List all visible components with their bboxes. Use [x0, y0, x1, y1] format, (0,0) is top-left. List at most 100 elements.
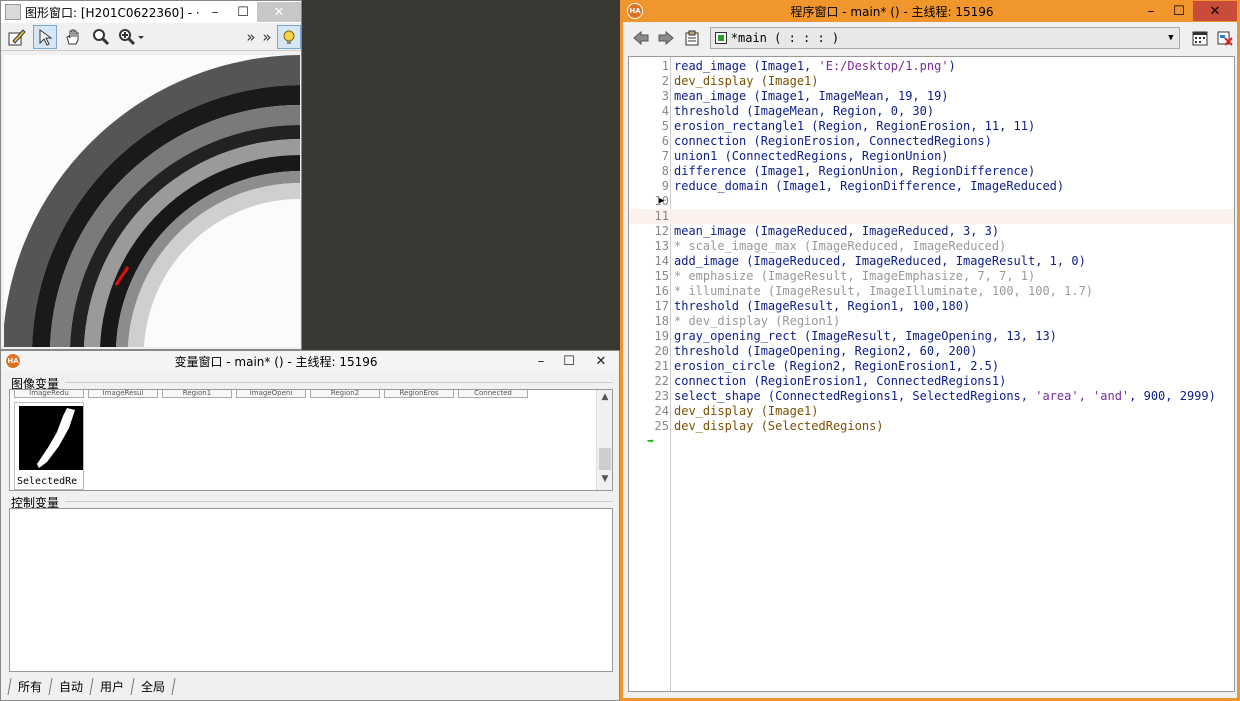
- code-line[interactable]: 8 difference (Image1, RegionUnion, Region…: [629, 164, 1234, 179]
- image-variable-tab[interactable]: ImageOpeni: [236, 390, 306, 398]
- variable-thumbnail[interactable]: SelectedRe: [14, 402, 84, 490]
- code-editor[interactable]: 1 read_image (Image1, 'E:/Desktop/1.png')…: [628, 56, 1235, 692]
- code-text: * dev_display (Region1): [674, 314, 840, 329]
- line-number: 1: [661, 59, 669, 73]
- image-panel-scrollbar[interactable]: ▲ ▼: [596, 390, 612, 490]
- pointer-icon[interactable]: [33, 24, 57, 49]
- code-line[interactable]: 13 * scale_image_max (ImageReduced, Image…: [629, 239, 1234, 254]
- image-variables-panel: ImageRedu ImageResul Region1 ImageOpeni …: [9, 389, 613, 491]
- line-number: 23: [654, 389, 669, 403]
- tab-auto[interactable]: 自动: [49, 678, 94, 695]
- code-operator: erosion_circle (Region2, RegionErosion1,…: [674, 359, 1000, 373]
- code-line[interactable]: 17 threshold (ImageResult, Region1, 100,1…: [629, 299, 1234, 314]
- lightbulb-icon[interactable]: [277, 24, 301, 49]
- program-window-titlebar[interactable]: HA 程序窗口 - main* () - 主线程: 15196 – ☐ ✕: [623, 0, 1237, 22]
- code-operator: select_shape (ConnectedRegions1, Selecte…: [674, 389, 1036, 403]
- image-variable-tab[interactable]: ImageRedu: [14, 390, 84, 398]
- line-number: 8: [661, 164, 669, 178]
- code-text: select_shape (ConnectedRegions1, Selecte…: [674, 389, 1216, 404]
- toolbar-overflow-button-2[interactable]: »: [261, 25, 273, 49]
- program-counter-row: ➡: [629, 434, 1234, 449]
- forward-arrow-icon[interactable]: [655, 26, 679, 50]
- close-button[interactable]: ✕: [257, 2, 301, 22]
- scroll-down-icon[interactable]: ▼: [597, 474, 613, 488]
- code-line[interactable]: 7 union1 (ConnectedRegions, RegionUnion): [629, 149, 1234, 164]
- image-variable-tab[interactable]: RegionEros: [384, 390, 454, 398]
- code-line[interactable]: 12 mean_image (ImageReduced, ImageReduced…: [629, 224, 1234, 239]
- chevron-down-icon[interactable]: ▼: [1163, 33, 1179, 43]
- edit-icon[interactable]: [5, 25, 29, 49]
- code-line[interactable]: 18 * dev_display (Region1): [629, 314, 1234, 329]
- minimize-button[interactable]: –: [201, 2, 229, 22]
- line-number: 18: [654, 314, 669, 328]
- code-line[interactable]: 19 gray_opening_rect (ImageResult, ImageO…: [629, 329, 1234, 344]
- image-variable-tab[interactable]: Region2: [310, 390, 380, 398]
- code-line[interactable]: 24 dev_display (Image1): [629, 404, 1234, 419]
- code-text: union1 (ConnectedRegions, RegionUnion): [674, 149, 949, 164]
- back-arrow-icon[interactable]: [629, 26, 653, 50]
- code-line[interactable]: 11: [629, 209, 1234, 224]
- code-line[interactable]: 22 connection (RegionErosion1, ConnectedR…: [629, 374, 1234, 389]
- code-text: dev_display (Image1): [674, 74, 819, 89]
- code-line[interactable]: 1 read_image (Image1, 'E:/Desktop/1.png'): [629, 59, 1234, 74]
- calendar-icon[interactable]: [1188, 26, 1212, 50]
- image-display-canvas[interactable]: [4, 55, 300, 347]
- bearing-image: [4, 55, 300, 347]
- code-line[interactable]: 16 * illuminate (ImageResult, ImageIllumi…: [629, 284, 1234, 299]
- code-rest: ): [948, 59, 956, 73]
- code-line[interactable]: 9 reduce_domain (Image1, RegionDifference…: [629, 179, 1234, 194]
- thumbnail-image: [19, 406, 83, 470]
- code-line[interactable]: 5 erosion_rectangle1 (Region, RegionErosi…: [629, 119, 1234, 134]
- tab-user[interactable]: 用户: [90, 678, 135, 695]
- tab-all[interactable]: 所有: [7, 678, 53, 695]
- hand-icon[interactable]: [61, 25, 85, 49]
- code-line[interactable]: 21 erosion_circle (Region2, RegionErosion…: [629, 359, 1234, 374]
- maximize-button[interactable]: ☐: [555, 351, 583, 371]
- code-line[interactable]: 10 ▶: [629, 194, 1234, 209]
- code-text: mean_image (Image1, ImageMean, 19, 19): [674, 89, 949, 104]
- scrollbar-thumb[interactable]: [599, 448, 611, 470]
- magnifier-icon[interactable]: [89, 25, 113, 49]
- procedure-select[interactable]: *main ( : : : ) ▼: [709, 27, 1180, 49]
- line-number: 20: [654, 344, 669, 358]
- code-line[interactable]: 4 threshold (ImageMean, Region, 0, 30): [629, 104, 1234, 119]
- code-line[interactable]: 2 dev_display (Image1): [629, 74, 1234, 89]
- clear-breakpoints-icon[interactable]: [1213, 26, 1237, 50]
- toolbar-overflow-button[interactable]: »: [245, 25, 257, 49]
- maximize-button[interactable]: ☐: [1165, 1, 1193, 21]
- clipboard-icon[interactable]: [680, 26, 704, 50]
- image-variable-tab[interactable]: ImageResul: [88, 390, 158, 398]
- scroll-up-icon[interactable]: ▲: [597, 392, 613, 406]
- code-line[interactable]: 25 dev_display (SelectedRegions): [629, 419, 1234, 434]
- code-line[interactable]: 3 mean_image (Image1, ImageMean, 19, 19): [629, 89, 1234, 104]
- code-operator: threshold (ImageResult, Region1, 100,180…: [674, 299, 971, 313]
- code-text: add_image (ImageReduced, ImageReduced, I…: [674, 254, 1086, 269]
- image-variable-tab[interactable]: Connected: [458, 390, 528, 398]
- minimize-button[interactable]: –: [1137, 1, 1165, 21]
- tab-global[interactable]: 全局: [131, 678, 176, 695]
- divider: [65, 501, 613, 502]
- code-operator: * dev_display (Region1): [674, 314, 841, 328]
- line-number: 2: [661, 74, 669, 88]
- code-operator: threshold (ImageMean, Region, 0, 30): [674, 104, 935, 118]
- code-line[interactable]: 14 add_image (ImageReduced, ImageReduced,…: [629, 254, 1234, 269]
- code-line[interactable]: 23 select_shape (ConnectedRegions1, Selec…: [629, 389, 1234, 404]
- graphics-window-icon: [5, 4, 21, 20]
- code-line[interactable]: 20 threshold (ImageOpening, Region2, 60, …: [629, 344, 1234, 359]
- close-button[interactable]: ✕: [583, 351, 619, 371]
- minimize-button[interactable]: –: [527, 351, 555, 371]
- code-line[interactable]: 6 connection (RegionErosion, ConnectedReg…: [629, 134, 1234, 149]
- zoom-in-icon[interactable]: [117, 25, 147, 49]
- close-button[interactable]: ✕: [1193, 1, 1237, 21]
- program-counter-icon: ➡: [647, 434, 655, 448]
- maximize-button[interactable]: ☐: [229, 2, 257, 22]
- variable-window-titlebar[interactable]: HA 变量窗口 - main* () - 主线程: 15196 – ☐ ✕: [1, 351, 619, 371]
- code-text: threshold (ImageOpening, Region2, 60, 20…: [674, 344, 977, 359]
- image-variable-tab[interactable]: Region1: [162, 390, 232, 398]
- graphics-window-titlebar[interactable]: 图形窗口: [H201C0622360] - ··· – ☐ ✕: [1, 1, 301, 23]
- line-number: 15: [654, 269, 669, 283]
- code-operator: difference (Image1, RegionUnion, RegionD…: [674, 164, 1036, 178]
- code-line[interactable]: 15 * emphasize (ImageResult, ImageEmphasi…: [629, 269, 1234, 284]
- tab-user-label: 用户: [100, 680, 125, 694]
- code-text: * emphasize (ImageResult, ImageEmphasize…: [674, 269, 1035, 284]
